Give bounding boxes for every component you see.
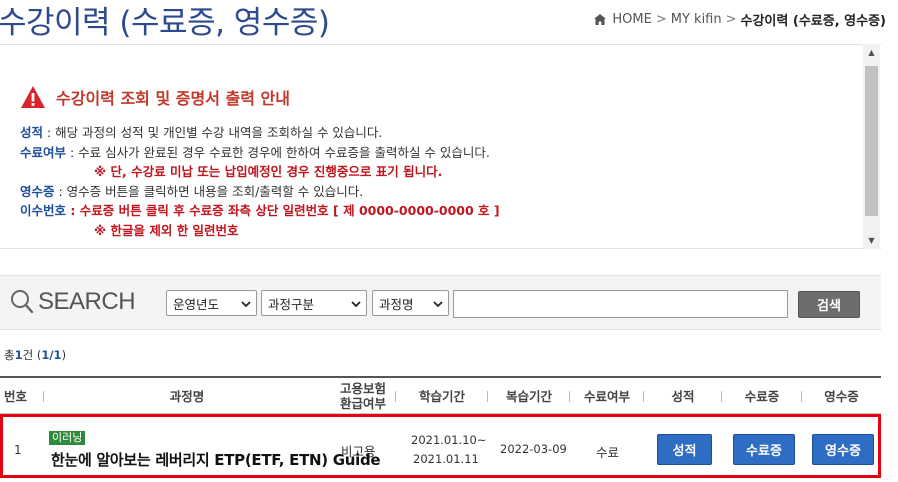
column-header-status: 수료여부 <box>570 378 644 414</box>
notice-box: 수강이력 조회 및 증명서 출력 안내 성적 : 해당 과정의 성적 및 개인별… <box>0 44 881 249</box>
notice-text: : 영수증 버튼을 클릭하면 내용을 조회/출력할 수 있습니다. <box>54 183 364 199</box>
notice-title-text: 수강이력 조회 및 증명서 출력 안내 <box>56 89 290 108</box>
search-input[interactable] <box>453 290 788 318</box>
notice-text: : 해당 과정의 성적 및 개인별 수강 내역을 조회하실 수 있습니다. <box>43 125 383 140</box>
notice-separator: : <box>66 203 80 218</box>
notice-warning-text: ※ 한글을 제외 한 일련번호 <box>94 222 239 238</box>
search-panel: SEARCH 운영년도 과정구분 과정명 검색 <box>0 275 881 330</box>
scroll-up-icon[interactable]: ▲ <box>863 44 880 61</box>
search-button[interactable]: 검색 <box>798 291 860 318</box>
page-header: 수강이력 (수료증, 영수증) HOME > MY kifin > 수강이력 (… <box>0 0 898 44</box>
column-header-insurance: 고용보험 환급여부 <box>330 378 396 414</box>
table-row: 1 이러닝 비고용 한눈에 알아보는 레버리지 ETP(ETF, ETN) Gu… <box>0 414 881 478</box>
count-page-close: ) <box>61 348 67 362</box>
count-unit: 건 <box>22 348 34 362</box>
chevron-down-icon <box>433 301 443 308</box>
notice-text: : 수료 심사가 완료된 경우 수료한 경우에 한하여 수료증을 출력하실 수 … <box>66 144 490 160</box>
notice-warning-text: ※ 단, 수강료 미납 또는 납입예정인 경우 진행중으로 표기 됩니다. <box>94 164 443 179</box>
notice-line-note2: ※ 한글을 제외 한 일련번호 <box>20 221 881 241</box>
course-name-select[interactable]: 과정명 <box>372 290 449 316</box>
count-prefix: 총 <box>4 348 15 362</box>
breadcrumb-current: 수강이력 (수료증, 영수증) <box>740 14 886 29</box>
study-period-end: 2021.01.11 <box>413 452 479 466</box>
notice-term: 성적 <box>20 125 44 140</box>
row-number: 1 <box>14 443 22 457</box>
breadcrumb-separator: > <box>655 12 667 27</box>
course-name-select-value: 과정명 <box>379 296 414 312</box>
notice-term: 수료여부 <box>20 144 67 160</box>
breadcrumb-section[interactable]: MY kifin <box>671 12 722 27</box>
breadcrumb: HOME > MY kifin > 수강이력 (수료증, 영수증) <box>594 10 886 29</box>
course-type-select[interactable]: 과정구분 <box>261 290 367 316</box>
column-header-study-period: 학습기간 <box>396 378 488 414</box>
page-title: 수강이력 (수료증, 영수증) <box>0 5 330 41</box>
column-header-certificate: 수료증 <box>722 378 802 414</box>
column-header-receipt: 영수증 <box>824 388 859 404</box>
course-type-badge: 이러닝 <box>49 431 86 445</box>
scroll-down-icon[interactable]: ▼ <box>863 232 880 249</box>
notice-term: 영수증 <box>20 183 55 199</box>
course-type-select-value: 과정구분 <box>268 296 315 312</box>
completion-status: 수료 <box>596 445 620 460</box>
count-total: 1 <box>14 348 23 362</box>
review-period: 2022-03-09 <box>500 442 567 456</box>
notice-line-completion: 수료여부 : 수료 심사가 완료된 경우 수료한 경우에 한하여 수료증을 출력… <box>20 143 881 163</box>
column-header-review-period: 복습기간 <box>488 378 570 414</box>
table-header: 번호 과정명 고용보험 환급여부 학습기간 복습기간 수료여부 성적 수료증 영수… <box>0 376 881 414</box>
chevron-down-icon <box>241 301 251 308</box>
notice-warning-text: 수료증 버튼 클릭 후 수료증 좌측 상단 일련번호 [ 제 0000-0000… <box>79 203 500 218</box>
breadcrumb-separator: > <box>725 12 737 27</box>
home-icon[interactable] <box>594 14 607 25</box>
search-label-text: SEARCH <box>38 288 136 315</box>
search-label: SEARCH <box>10 288 136 316</box>
certificate-button[interactable]: 수료증 <box>733 434 795 465</box>
result-count: 총1건 (1/1) <box>4 347 66 363</box>
column-header-course: 과정명 <box>169 388 205 404</box>
count-page: 1/1 <box>41 348 62 362</box>
search-icon <box>11 290 34 314</box>
notice-title: 수강이력 조회 및 증명서 출력 안내 <box>20 85 881 109</box>
column-header-no: 번호 <box>0 378 44 414</box>
study-period-start: 2021.01.10~ <box>411 433 487 447</box>
year-select-value: 운영년도 <box>173 296 220 312</box>
year-select[interactable]: 운영년도 <box>166 290 257 316</box>
notice-line-cert-number: 이수번호 : 수료증 버튼 클릭 후 수료증 좌측 상단 일련번호 [ 제 00… <box>20 201 881 221</box>
receipt-button[interactable]: 영수증 <box>812 434 874 465</box>
notice-line-grade: 성적 : 해당 과정의 성적 및 개인별 수강 내역을 조회하실 수 있습니다. <box>20 123 881 143</box>
chevron-down-icon <box>351 301 361 308</box>
notice-lines: 성적 : 해당 과정의 성적 및 개인별 수강 내역을 조회하실 수 있습니다.… <box>20 123 881 240</box>
notice-term: 이수번호 <box>20 203 67 218</box>
scrollbar-thumb[interactable] <box>865 66 878 216</box>
course-name-link[interactable]: 한눈에 알아보는 레버리지 ETP(ETF, ETN) Guide <box>51 449 381 470</box>
column-header-grade: 성적 <box>644 378 722 414</box>
notice-scrollbar[interactable]: ▲ ▼ <box>863 44 880 249</box>
breadcrumb-home[interactable]: HOME <box>612 12 651 27</box>
notice-line-receipt: 영수증 : 영수증 버튼을 클릭하면 내용을 조회/출력할 수 있습니다. <box>20 182 881 202</box>
grade-button[interactable]: 성적 <box>657 434 712 465</box>
warning-icon <box>21 86 45 108</box>
notice-line-note: ※ 단, 수강료 미납 또는 납입예정인 경우 진행중으로 표기 됩니다. <box>20 162 881 182</box>
